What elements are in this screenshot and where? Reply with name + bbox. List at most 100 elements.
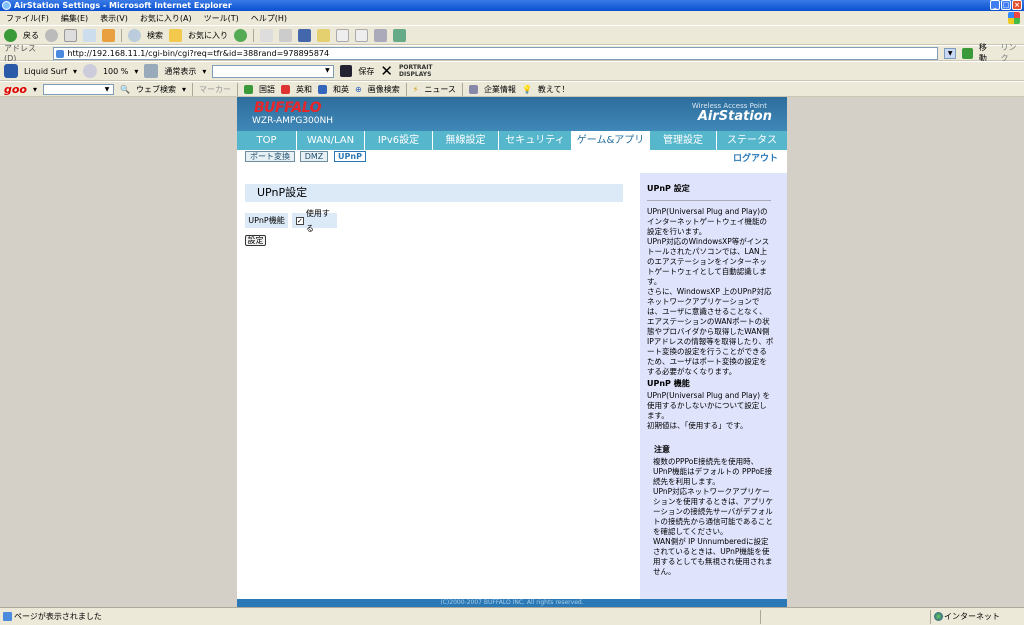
upnp-enable-checkbox[interactable]: ✓ [296, 216, 304, 225]
mail-icon[interactable] [260, 28, 273, 42]
goo-logo[interactable]: goo [4, 83, 27, 96]
upnp-enable-label[interactable]: 使用する [306, 206, 337, 236]
monitor-icon[interactable] [374, 28, 387, 42]
dictionary-icon[interactable] [244, 84, 253, 94]
search-icon[interactable] [128, 28, 141, 42]
company-info-link[interactable]: 企業情報 [484, 84, 516, 95]
kokugo-link[interactable]: 国語 [259, 84, 275, 95]
liquidsurf-select[interactable]: ▼ [212, 64, 335, 78]
favorites-button[interactable]: お気に入り [188, 30, 228, 41]
liquidsurf-toolbar: Liquid Surf ▾ 100 % ▾ 通常表示 ▾ ▼ 保存 ✕ PORT… [0, 61, 1024, 81]
menu-help[interactable]: ヘルプ(H) [251, 13, 287, 24]
goo-search-input[interactable]: ▼ [43, 83, 115, 95]
chevron-down-icon[interactable]: ▾ [73, 67, 77, 76]
search-icon[interactable]: 🔍 [120, 85, 130, 94]
save-disk-icon[interactable] [340, 65, 353, 77]
lightbulb-icon[interactable]: 💡 [522, 85, 532, 94]
menu-file[interactable]: ファイル(F) [6, 13, 49, 24]
status-bar: ページが表示されました インターネット [0, 607, 1024, 625]
toolbar-separator [405, 82, 407, 96]
page-icon[interactable] [336, 28, 349, 42]
news-link[interactable]: ニュース [424, 84, 456, 95]
tab-wireless[interactable]: 無線設定 [433, 131, 499, 150]
liquidsurf-button[interactable]: Liquid Surf [24, 67, 67, 76]
address-label: アドレス(D) [4, 44, 36, 63]
maximize-button[interactable]: □ [1001, 0, 1011, 10]
status-divider [930, 610, 931, 624]
help-title-upnp-function: UPnP 機能 [647, 379, 690, 388]
dictionary-icon[interactable] [318, 84, 327, 94]
subtab-dmz[interactable]: DMZ [300, 151, 328, 162]
toolbar-separator [461, 82, 463, 96]
subtab-port-forwarding[interactable]: ポート変換 [245, 151, 295, 162]
back-button[interactable]: 戻る [23, 30, 39, 41]
dictionary-icon[interactable] [281, 84, 290, 94]
menu-view[interactable]: 表示(V) [100, 13, 128, 24]
tab-game-apps[interactable]: ゲーム&アプリ [572, 131, 650, 150]
subtab-upnp[interactable]: UPnP [334, 151, 366, 162]
portrait-displays-logo[interactable]: PORTRAIT DISPLAYS [399, 64, 433, 78]
waei-link[interactable]: 和英 [333, 84, 349, 95]
tab-top[interactable]: TOP [237, 131, 297, 150]
marker-button[interactable]: マーカー [199, 84, 231, 95]
oshiete-link[interactable]: 教えて！ [538, 84, 570, 95]
view-mode-icon[interactable] [144, 64, 159, 78]
displays-text: DISPLAYS [398, 71, 432, 78]
print-icon[interactable] [279, 28, 292, 42]
page-icon [3, 612, 12, 621]
messenger-icon[interactable] [393, 28, 406, 42]
star-icon[interactable] [169, 28, 182, 42]
zoom-icon[interactable] [82, 64, 97, 78]
help-text-upnp-settings: UPnP(Universal Plug and Play)のインターネットゲート… [647, 207, 774, 376]
web-search-button[interactable]: ウェブ検索 [136, 84, 176, 95]
tab-security[interactable]: セキュリティ [499, 131, 572, 150]
save-button[interactable]: 保存 [358, 66, 374, 77]
menu-tools[interactable]: ツール(T) [204, 13, 239, 24]
building-icon[interactable] [468, 84, 478, 94]
logout-link[interactable]: ログアウト [733, 151, 778, 164]
tab-ipv6[interactable]: IPv6設定 [365, 131, 433, 150]
window-titlebar: AirStation Settings - Microsoft Internet… [0, 0, 1024, 11]
back-arrow-icon[interactable] [4, 28, 17, 42]
help-text-upnp-function: UPnP(Universal Plug and Play) を使用するかしないか… [647, 391, 770, 430]
image-search-link[interactable]: 画像検索 [368, 84, 400, 95]
chevron-down-icon[interactable]: ▾ [202, 67, 206, 76]
edit-icon[interactable] [298, 28, 311, 42]
view-mode-button[interactable]: 通常表示 [164, 66, 196, 77]
forward-arrow-icon[interactable] [45, 28, 58, 42]
refresh-icon[interactable] [83, 28, 96, 42]
page-icon[interactable] [355, 28, 368, 42]
search-button[interactable]: 検索 [147, 30, 163, 41]
folder-icon[interactable] [317, 28, 330, 42]
menu-favorites[interactable]: お気に入り(A) [140, 13, 192, 24]
airstation-logo: AirStation [697, 109, 772, 124]
buffalo-logo: BUFFALO [254, 100, 322, 116]
copyright-footer: (C)2000-2007 BUFFALO INC. All rights res… [237, 599, 787, 607]
zoom-level[interactable]: 100 % [103, 67, 128, 76]
home-icon[interactable] [102, 28, 115, 42]
status-message: ページが表示されました [14, 612, 102, 621]
liquidsurf-icon[interactable] [4, 64, 18, 78]
chevron-down-icon[interactable]: ▾ [33, 85, 37, 94]
history-icon[interactable] [234, 28, 247, 42]
close-x-icon[interactable]: ✕ [380, 64, 393, 79]
minimize-button[interactable]: _ [990, 0, 1000, 10]
help-title-upnp-settings: UPnP 設定 [647, 184, 690, 193]
eiwa-link[interactable]: 英和 [296, 84, 312, 95]
go-arrow-icon[interactable] [962, 47, 973, 59]
image-search-icon[interactable]: ⊕ [355, 85, 362, 94]
menu-edit[interactable]: 編集(E) [61, 13, 88, 24]
stop-icon[interactable] [64, 28, 77, 42]
apply-button[interactable]: 設定 [245, 235, 266, 246]
toolbar-separator [192, 82, 193, 96]
tab-status[interactable]: ステータス [717, 131, 787, 150]
close-button[interactable]: × [1012, 0, 1022, 10]
news-icon[interactable]: ⚡ [413, 85, 419, 94]
address-input[interactable]: http://192.168.11.1/cgi-bin/cgi?req=tfr&… [53, 46, 939, 60]
tab-wan-lan[interactable]: WAN/LAN [297, 131, 365, 150]
chevron-down-icon[interactable]: ▾ [182, 85, 186, 94]
help-divider [647, 200, 771, 201]
chevron-down-icon[interactable]: ▾ [134, 67, 138, 76]
address-dropdown-button[interactable]: ▼ [944, 47, 957, 59]
tab-admin[interactable]: 管理設定 [650, 131, 717, 150]
